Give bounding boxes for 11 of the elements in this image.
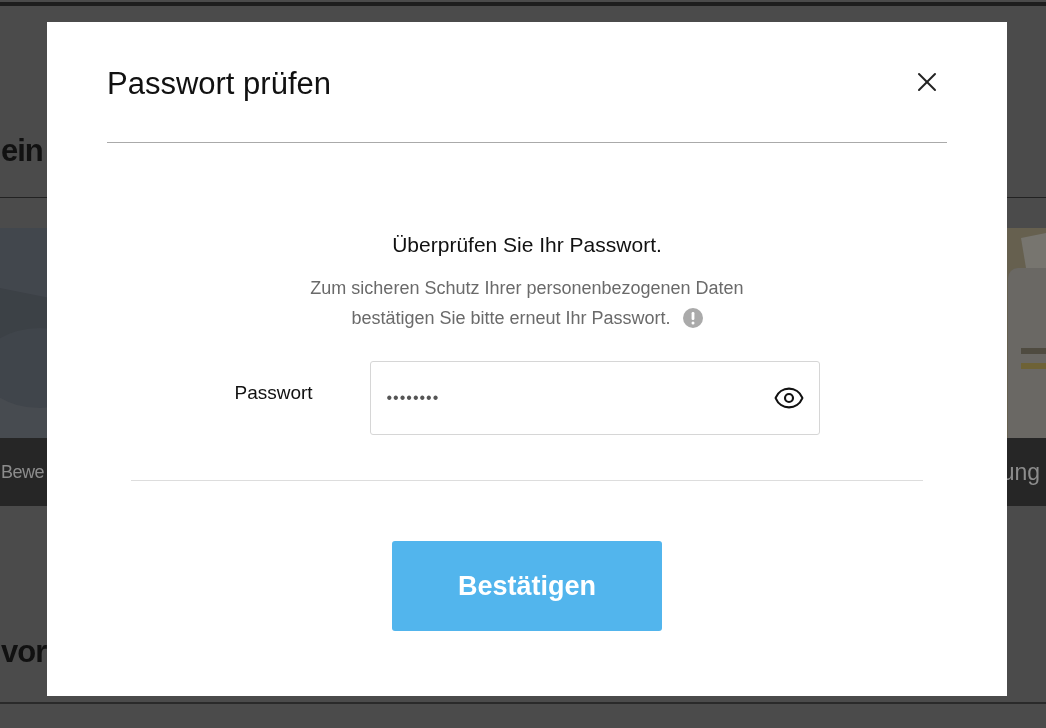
section-heading: vor — [1, 634, 48, 670]
banner-caption: Bewe — [1, 461, 45, 483]
password-field[interactable]: •••••••• — [369, 361, 820, 435]
dialog-title: Passwort prüfen — [107, 65, 331, 102]
description-line: Zum sicheren Schutz Ihrer personenbezogenen Daten — [310, 277, 744, 300]
masked-password: •••••••• — [386, 389, 440, 407]
info-icon — [682, 308, 703, 328]
description-line: bestätigen Sie bitte erneut Ihr Passwort. — [351, 307, 671, 330]
page-heading: ein — [1, 133, 43, 169]
field-label: Passwort — [234, 382, 314, 404]
dialog-heading: Überprüfen Sie Ihr Passwort. — [392, 233, 662, 257]
